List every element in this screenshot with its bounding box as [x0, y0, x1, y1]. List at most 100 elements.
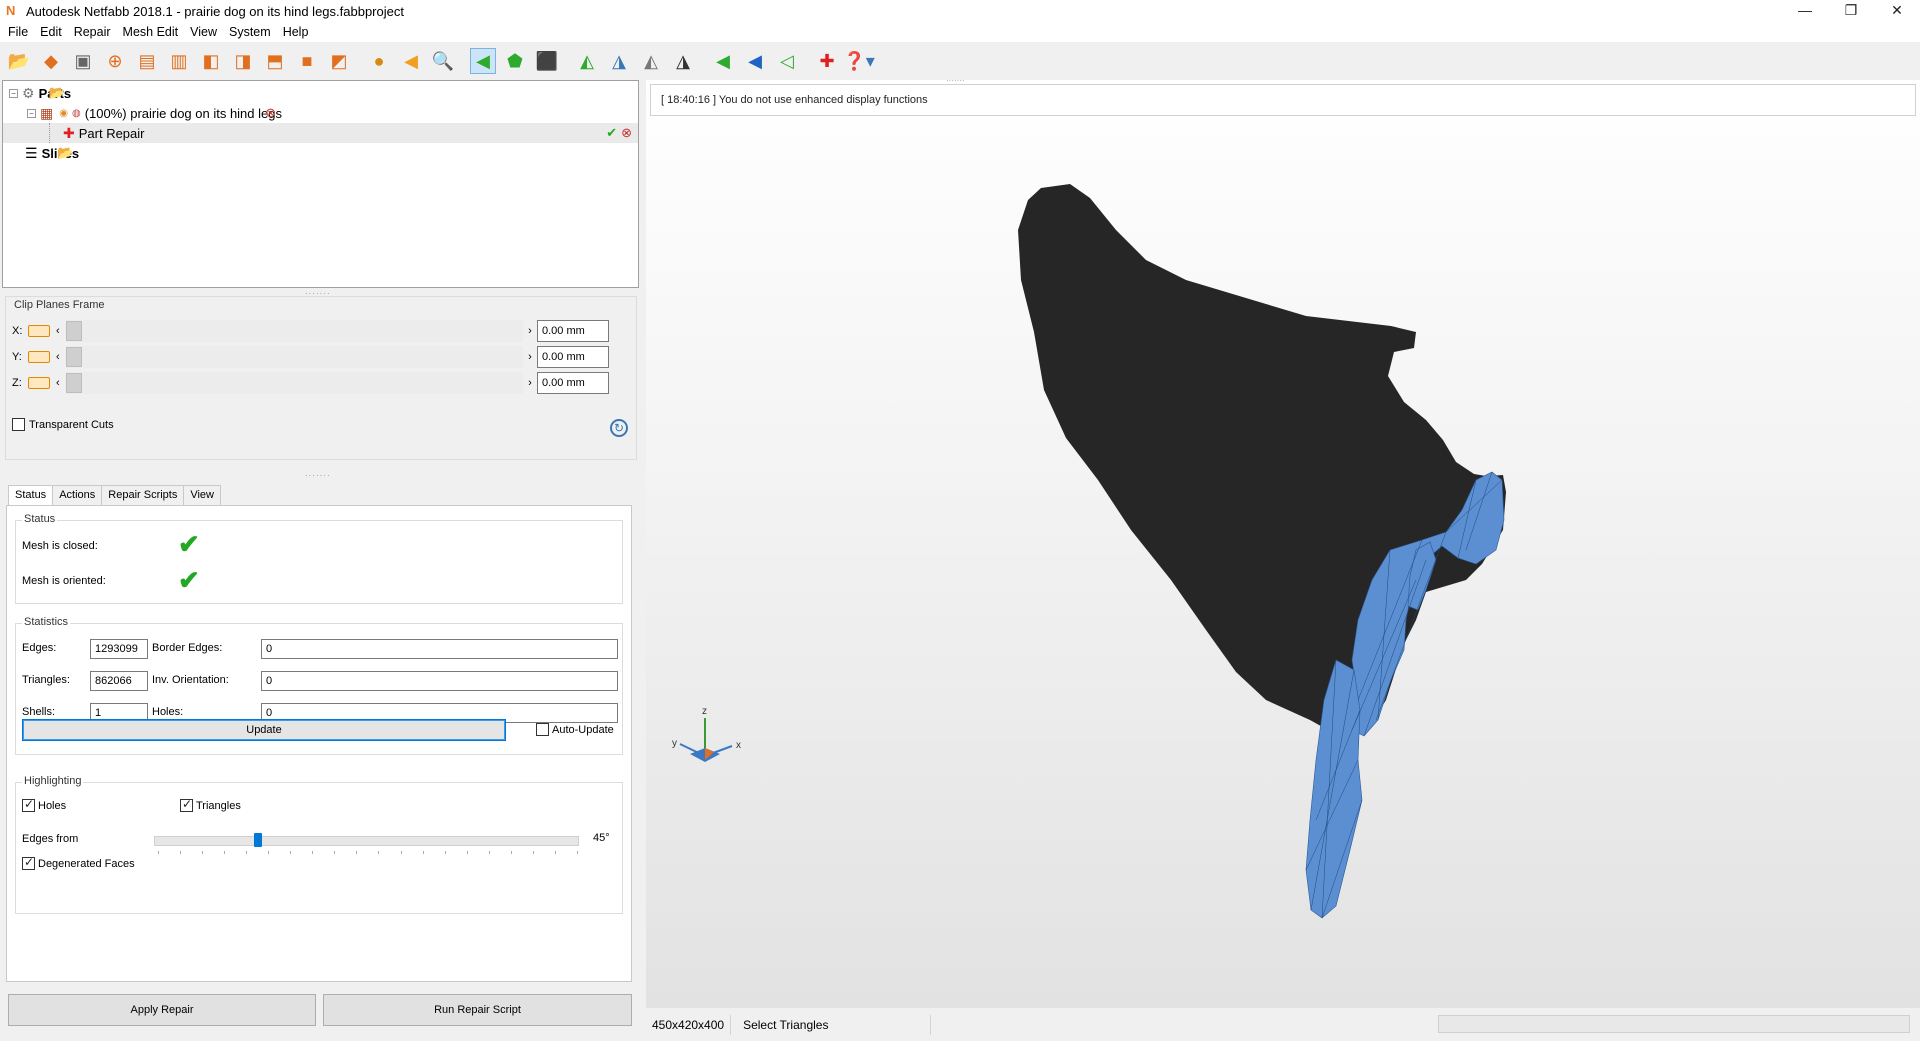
invert-selection-icon[interactable]: ◀ — [742, 48, 768, 74]
previous-view-icon[interactable]: ◀ — [398, 48, 424, 74]
decrease-arrow[interactable]: ‹ — [56, 351, 66, 363]
auto-update-checkbox[interactable] — [536, 723, 549, 736]
cancel-repair-icon[interactable]: ⊗ — [621, 125, 632, 141]
tab-repair-scripts[interactable]: Repair Scripts — [101, 485, 185, 505]
color-icon[interactable]: ◍ — [72, 108, 81, 119]
apply-repair-button[interactable]: Apply Repair — [8, 994, 316, 1026]
holes-highlight-checkbox[interactable] — [22, 797, 35, 812]
progress-bar — [1438, 1015, 1910, 1033]
view-back-icon[interactable]: ▥ — [166, 48, 192, 74]
panel-splitter[interactable]: ······· — [0, 288, 640, 298]
collapse-icon[interactable]: − — [9, 88, 18, 98]
clip-toggle-icon[interactable] — [28, 377, 50, 389]
decrease-arrow[interactable]: ‹ — [56, 377, 66, 389]
tab-actions[interactable]: Actions — [52, 485, 103, 505]
tree-row-parts[interactable]: − ⚙ Parts 📂 — [3, 83, 71, 103]
menu-repair[interactable]: Repair — [74, 25, 111, 39]
transparent-cuts-checkbox[interactable] — [12, 418, 25, 431]
view-front-icon[interactable]: ▤ — [134, 48, 160, 74]
zoom-icon[interactable]: 🔍 — [430, 48, 456, 74]
part-name: (100%) prairie dog on its hind legs — [84, 105, 282, 121]
auto-update-option[interactable]: Auto-Update — [536, 723, 614, 736]
collapse-icon[interactable]: − — [27, 108, 36, 118]
menu-file[interactable]: File — [8, 25, 28, 39]
select-shell-icon[interactable]: ⬛ — [534, 48, 560, 74]
holes-label: Holes: — [152, 706, 184, 718]
tree-row-part[interactable]: − ▦ ◉ ◍ (100%) prairie dog on its hind l… — [3, 103, 282, 123]
menu-edit[interactable]: Edit — [40, 25, 62, 39]
edges-angle-slider[interactable] — [154, 833, 579, 854]
edges-field[interactable]: 1293099 — [90, 639, 148, 659]
degenerated-faces-option[interactable]: Degenerated Faces — [22, 855, 135, 870]
reset-clip-icon[interactable]: ↻ — [610, 419, 628, 437]
clip-toggle-icon[interactable] — [28, 351, 50, 363]
add-part-icon[interactable]: ◆ — [38, 48, 64, 74]
add-support-icon[interactable]: ⊕ — [102, 48, 128, 74]
remove-triangle-icon[interactable]: ◮ — [606, 48, 632, 74]
cut-triangle-icon[interactable]: ◭ — [638, 48, 664, 74]
menu-help[interactable]: Help — [283, 25, 309, 39]
open-folder-icon[interactable]: 📂 — [49, 85, 65, 101]
inv-orientation-field[interactable]: 0 — [261, 671, 618, 691]
mesh-model[interactable] — [646, 80, 1920, 1008]
view-left-icon[interactable]: ◧ — [198, 48, 224, 74]
clip-value-z[interactable] — [537, 372, 609, 394]
triangles-highlight-option[interactable]: Triangles — [180, 797, 241, 812]
tree-row-slices[interactable]: ☰ Slices 📂 — [3, 143, 79, 163]
clip-slider-y[interactable] — [66, 346, 523, 368]
menu-view[interactable]: View — [190, 25, 217, 39]
clip-slider-z[interactable] — [66, 372, 523, 394]
decrease-arrow[interactable]: ‹ — [56, 325, 66, 337]
highlighting-title: Highlighting — [22, 775, 84, 787]
triangles-field[interactable]: 862066 — [90, 671, 148, 691]
degenerated-faces-checkbox[interactable] — [22, 855, 35, 870]
help-dropdown-icon[interactable]: ❓▾ — [843, 48, 874, 74]
slider-knob[interactable] — [254, 833, 262, 847]
clip-value-y[interactable] — [537, 346, 609, 368]
view-iso-icon[interactable]: ◩ — [326, 48, 352, 74]
select-triangles-icon[interactable]: ◀ — [470, 48, 496, 74]
menu-system[interactable]: System — [229, 25, 271, 39]
tab-status[interactable]: Status — [8, 485, 54, 506]
clip-slider-x[interactable] — [66, 320, 523, 342]
increase-arrow[interactable]: › — [523, 351, 537, 363]
export-part-icon[interactable]: ▣ — [70, 48, 96, 74]
shading-sphere-icon[interactable]: ● — [366, 48, 392, 74]
panel-splitter[interactable]: ······· — [0, 470, 640, 480]
tab-view[interactable]: View — [183, 485, 221, 505]
minimize-button[interactable]: — — [1782, 0, 1828, 22]
select-all-icon[interactable]: ◀ — [710, 48, 736, 74]
mesh-closed-check-icon: ✔ — [178, 529, 200, 559]
tree-row-part-repair[interactable]: ✚ Part Repair ✔ ⊗ — [3, 123, 638, 143]
update-button[interactable]: Update — [22, 719, 506, 741]
transparent-cuts-option[interactable]: Transparent Cuts — [12, 418, 114, 431]
3d-viewport[interactable]: ······· [ 18:40:16 ] You do not use enha… — [646, 76, 1920, 1008]
run-repair-script-button[interactable]: Run Repair Script — [323, 994, 632, 1026]
repair-cross-icon[interactable]: ✚ — [814, 48, 840, 74]
increase-arrow[interactable]: › — [523, 325, 537, 337]
add-triangle-icon[interactable]: ◭ — [574, 48, 600, 74]
clip-toggle-icon[interactable] — [28, 325, 50, 337]
view-bottom-icon[interactable]: ■ — [294, 48, 320, 74]
border-edges-field[interactable]: 0 — [261, 639, 618, 659]
deselect-icon[interactable]: ◁ — [774, 48, 800, 74]
delete-triangles-icon[interactable]: ◮ — [670, 48, 696, 74]
holes-highlight-option[interactable]: Holes — [22, 797, 66, 812]
z-axis-label: z — [702, 706, 707, 717]
remove-part-icon[interactable]: ⊗ — [265, 105, 276, 121]
mesh-oriented-check-icon: ✔ — [178, 565, 200, 595]
menu-mesh-edit[interactable]: Mesh Edit — [123, 25, 179, 39]
triangles-highlight-checkbox[interactable] — [180, 797, 193, 812]
view-right-icon[interactable]: ◨ — [230, 48, 256, 74]
open-project-icon[interactable]: 📂 — [6, 48, 32, 74]
clip-value-x[interactable] — [537, 320, 609, 342]
select-surface-icon[interactable]: ⬟ — [502, 48, 528, 74]
eye-icon[interactable]: ◉ — [59, 108, 68, 119]
restore-button[interactable]: ❐ — [1828, 0, 1874, 22]
close-button[interactable]: ✕ — [1874, 0, 1920, 22]
apply-check-icon[interactable]: ✔ — [606, 125, 617, 141]
view-top-icon[interactable]: ⬒ — [262, 48, 288, 74]
open-folder-icon[interactable]: 📂 — [57, 145, 73, 161]
part-icon: ▦ — [40, 104, 54, 121]
increase-arrow[interactable]: › — [523, 377, 537, 389]
